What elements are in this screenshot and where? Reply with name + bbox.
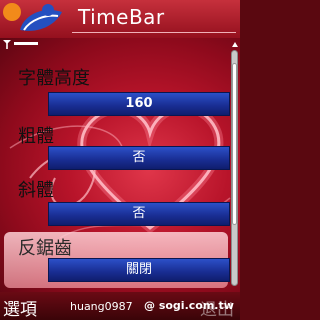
signal-strength-bar — [14, 42, 38, 45]
exit-softkey[interactable]: 退出 — [200, 295, 234, 320]
setting-italic[interactable]: 斜體 否 — [4, 174, 230, 228]
setting-value-field[interactable]: 關閉 — [48, 258, 230, 282]
setting-value-field[interactable]: 否 — [48, 146, 230, 170]
uploader-username: huang0987 — [70, 300, 133, 313]
screen: TimeBar 字體高度 160 粗體 否 斜體 否 反鋸齒 關閉 選項 hua… — [0, 0, 240, 320]
setting-label: 粗體 — [18, 126, 54, 147]
setting-anti-alias[interactable]: 反鋸齒 關閉 — [4, 232, 230, 288]
options-softkey[interactable]: 選項 — [3, 295, 37, 320]
scrollbar[interactable] — [231, 50, 238, 286]
setting-bold[interactable]: 粗體 否 — [4, 120, 230, 174]
setting-font-height[interactable]: 字體高度 160 — [4, 62, 230, 120]
title-divider — [72, 32, 236, 33]
softkey-bar: 選項 huang0987 @ sogi.com.tw 退出 — [0, 292, 240, 320]
title-bar: TimeBar — [0, 0, 240, 38]
setting-label: 反鋸齒 — [18, 238, 72, 259]
scroll-up-arrow-icon[interactable] — [232, 42, 238, 47]
scrollbar-thumb[interactable] — [232, 63, 237, 225]
status-strip — [0, 38, 240, 50]
signal-antenna-icon — [3, 40, 11, 49]
setting-label: 字體高度 — [18, 68, 90, 89]
setting-value-field[interactable]: 160 — [48, 92, 230, 116]
app-logo-icon — [3, 3, 62, 31]
setting-value-field[interactable]: 否 — [48, 202, 230, 226]
app-title: TimeBar — [78, 5, 165, 29]
setting-label: 斜體 — [18, 180, 54, 201]
